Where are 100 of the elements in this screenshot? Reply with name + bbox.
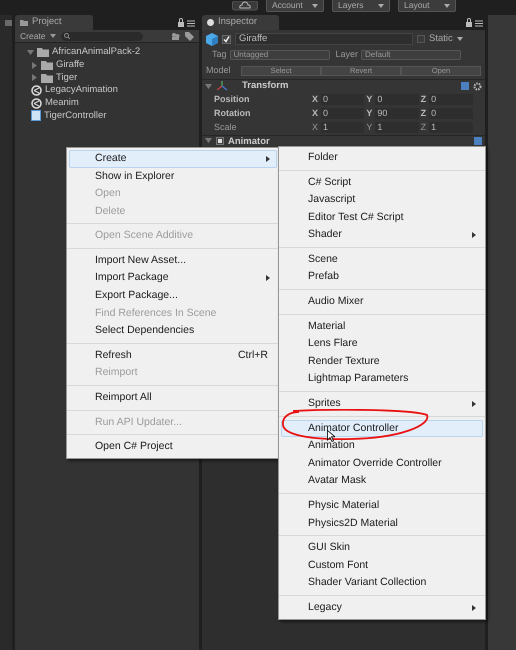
menu-item[interactable]: Material xyxy=(281,318,483,336)
tree-item-label[interactable]: Giraffe xyxy=(56,58,84,72)
number-field[interactable]: 1 xyxy=(429,122,473,133)
menu-item[interactable]: Scene xyxy=(281,250,483,269)
menu-item[interactable]: Import Package xyxy=(69,270,277,288)
menu-item[interactable]: Lens Flare xyxy=(281,335,483,353)
caret-icon xyxy=(312,2,318,8)
mouse-cursor-icon xyxy=(327,430,335,442)
folder-icon xyxy=(37,47,49,58)
menu-item[interactable]: Physics2D Material xyxy=(281,514,483,532)
menu-item[interactable]: Animator Controller xyxy=(281,420,483,438)
menu-item[interactable]: Avatar Mask xyxy=(281,472,483,490)
menu-item[interactable]: GUI Skin xyxy=(281,539,483,557)
menu-item[interactable]: Legacy xyxy=(281,599,483,617)
caret-icon xyxy=(50,33,56,39)
search-field[interactable] xyxy=(60,32,143,40)
filter-icon[interactable] xyxy=(171,32,180,40)
search-icon xyxy=(64,33,70,39)
axis-label: X xyxy=(312,120,318,134)
menu-item[interactable]: Custom Font xyxy=(281,556,483,574)
cube-icon xyxy=(205,32,219,48)
tree-item-label[interactable]: TigerController xyxy=(44,108,106,123)
axis-label: Z xyxy=(420,106,426,120)
menu-item[interactable]: Select Dependencies xyxy=(69,322,277,340)
active-checkbox[interactable] xyxy=(222,34,231,44)
info-icon xyxy=(207,19,214,26)
tree-item-label[interactable]: AfricanAnimalPack-2 xyxy=(52,45,140,60)
menu-item[interactable]: Open C# Project xyxy=(69,438,277,456)
inspector-tab[interactable]: Inspector xyxy=(202,15,279,30)
tree-item-label[interactable]: Tiger xyxy=(56,70,78,85)
axis-label: X xyxy=(312,106,318,120)
menu-item[interactable]: Physic Material xyxy=(281,497,483,515)
shortcut-label: Ctrl+R xyxy=(238,348,268,363)
animator-checkbox[interactable] xyxy=(216,137,224,146)
property-label: Position xyxy=(214,92,250,106)
menu-item[interactable]: Lightmap Parameters xyxy=(281,370,483,388)
axis-label: Y xyxy=(366,92,372,106)
number-field[interactable]: 0 xyxy=(321,94,364,105)
menu-item[interactable]: Animator Override Controller xyxy=(281,454,483,472)
toolbar-dropdown[interactable]: Account xyxy=(266,0,324,12)
menu-item[interactable]: Reimport All xyxy=(69,389,277,407)
menu-item[interactable]: Sprites xyxy=(281,395,483,413)
tag-label: Tag xyxy=(212,48,227,62)
menu-item[interactable]: Export Package... xyxy=(69,287,277,305)
lock-icon[interactable] xyxy=(465,18,483,27)
create-dropdown[interactable]: Create xyxy=(20,30,56,42)
menu-item[interactable]: Animation xyxy=(281,437,483,455)
menu-item[interactable]: Editor Test C# Script xyxy=(281,208,483,226)
layer-dropdown[interactable]: Default xyxy=(361,50,462,60)
axis-label: Y xyxy=(366,106,372,120)
toolbar-dropdown[interactable]: Layers xyxy=(332,0,390,12)
number-field[interactable]: 0 xyxy=(429,94,473,105)
tree-item-label[interactable]: LegacyAnimation xyxy=(45,83,118,98)
number-field[interactable]: 90 xyxy=(375,108,419,119)
expanded-arrow-icon[interactable] xyxy=(205,137,212,144)
submenu-arrow-icon xyxy=(472,232,476,238)
axis-label: X xyxy=(312,92,318,106)
tag-dropdown[interactable]: Untagged xyxy=(230,50,330,60)
number-field[interactable]: 0 xyxy=(321,108,364,119)
submenu-arrow-icon xyxy=(266,275,270,282)
folder-icon xyxy=(20,20,28,26)
property-label: Scale xyxy=(214,120,238,134)
menu-item[interactable]: Audio Mixer xyxy=(281,293,483,311)
tree-item-label[interactable]: Meanim xyxy=(45,96,79,110)
menu-item[interactable]: Import New Asset... xyxy=(69,252,277,270)
menu-item[interactable]: Prefab xyxy=(281,268,483,286)
number-field[interactable]: 1 xyxy=(321,122,364,133)
property-label: Rotation xyxy=(214,106,252,120)
component-title: Transform xyxy=(242,79,288,94)
help-icon[interactable] xyxy=(474,137,482,146)
expanded-arrow-icon[interactable] xyxy=(27,48,34,56)
expanded-arrow-icon[interactable] xyxy=(205,82,212,90)
static-label: Static xyxy=(429,32,453,46)
menu-icon[interactable] xyxy=(5,20,12,26)
menu-item[interactable]: Show in Explorer xyxy=(69,168,277,186)
menu-item[interactable]: Shader Variant Collection xyxy=(281,574,483,592)
model-label: Model xyxy=(206,64,232,77)
toolbar-dropdown[interactable]: Layout xyxy=(398,0,456,12)
number-field[interactable]: 0 xyxy=(429,108,473,119)
menu-item[interactable]: Render Texture xyxy=(281,352,483,371)
menu-item[interactable]: Refresh Ctrl+R xyxy=(69,346,277,365)
menu-item[interactable]: Folder xyxy=(281,149,483,167)
axis-label: Z xyxy=(420,120,426,134)
menu-item[interactable]: C# Script xyxy=(281,174,483,192)
lock-icon[interactable] xyxy=(177,18,195,27)
help-icon[interactable] xyxy=(461,82,469,90)
cloud-icon[interactable] xyxy=(232,1,258,11)
gear-icon[interactable] xyxy=(473,82,482,91)
folder-icon xyxy=(41,60,53,70)
number-field[interactable]: 0 xyxy=(375,94,419,105)
tag-icon[interactable] xyxy=(185,32,194,40)
menu-item[interactable]: Shader xyxy=(281,226,483,244)
name-field[interactable]: Giraffe xyxy=(235,33,413,46)
axis-label: Z xyxy=(420,92,426,106)
menu-item[interactable]: Create xyxy=(69,150,277,168)
static-checkbox[interactable] xyxy=(417,35,425,44)
project-tab[interactable]: Project xyxy=(15,15,93,30)
menu-item[interactable]: Javascript xyxy=(281,191,483,209)
axis-gizmo-icon xyxy=(216,81,228,92)
number-field[interactable]: 1 xyxy=(375,122,419,133)
